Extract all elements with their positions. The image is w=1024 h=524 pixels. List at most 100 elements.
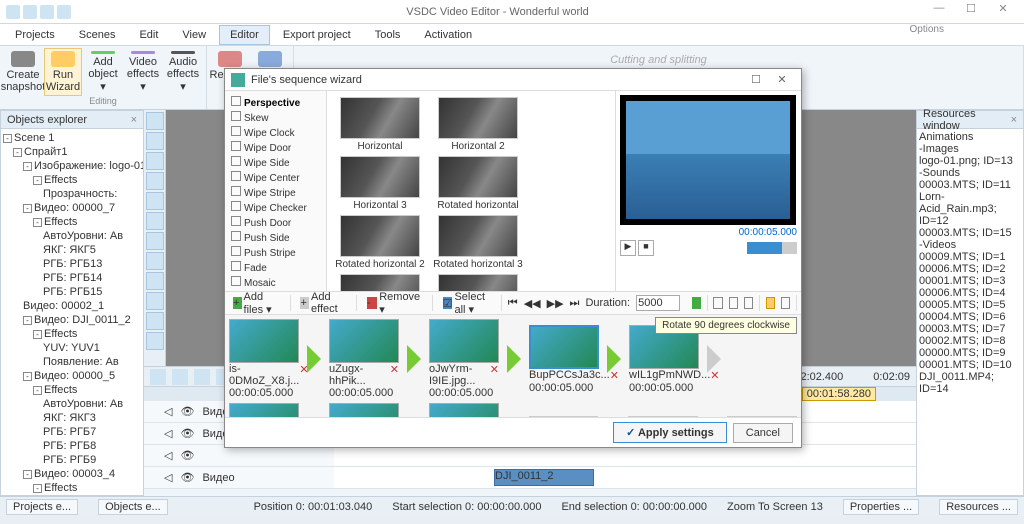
tool-video-icon[interactable] xyxy=(146,252,164,270)
timeline-cut-icon[interactable] xyxy=(194,369,210,385)
menu-tab-projects[interactable]: Projects xyxy=(4,25,66,45)
transition-arrow[interactable] xyxy=(603,337,625,381)
tree-node[interactable]: 00002.MTS; ID=8 xyxy=(919,335,1021,347)
tool-rect-icon[interactable] xyxy=(146,132,164,150)
tree-node[interactable]: -Изображение: logo-01.. xyxy=(3,159,141,173)
tree-node[interactable]: 00004.MTS; ID=6 xyxy=(919,311,1021,323)
transition-thumb[interactable]: Horizontal 3 xyxy=(333,156,427,211)
wizard-maximize-button[interactable]: ☐ xyxy=(743,73,769,86)
effect-item[interactable]: Fade xyxy=(229,260,322,275)
transition-arrow[interactable] xyxy=(702,416,724,418)
tool-ellipse-icon[interactable] xyxy=(146,152,164,170)
transition-thumb[interactable]: Rotated horizontal xyxy=(431,156,525,211)
volume-slider[interactable] xyxy=(747,242,797,254)
tree-node[interactable]: 00003.MTS; ID=11 xyxy=(919,179,1021,191)
objects-tree[interactable]: -Scene 1-Спрайт1-Изображение: logo-01..-… xyxy=(1,129,143,495)
transition-thumb[interactable]: Rotated horizontal 2 xyxy=(333,215,427,270)
transition-arrow[interactable] xyxy=(303,416,325,418)
menu-tab-activation[interactable]: Activation xyxy=(413,25,483,45)
qat-redo-icon[interactable] xyxy=(57,5,71,19)
tree-node[interactable]: -Effects xyxy=(3,481,141,495)
close-button[interactable]: ✕ xyxy=(988,2,1018,22)
tree-node[interactable]: РГБ: РГБ9 xyxy=(3,453,141,467)
sequence-item[interactable]: is-0DMoZ_X8.j...✕00:00:05.000 xyxy=(229,319,299,399)
panel-close-icon[interactable]: × xyxy=(1011,114,1017,126)
seq-prev-icon[interactable]: ◀◀ xyxy=(524,297,541,310)
transition-arrow[interactable] xyxy=(303,337,325,381)
options-link[interactable]: Options xyxy=(910,24,944,35)
tree-node[interactable]: -Видео: DJI_0011_2 xyxy=(3,313,141,327)
menu-tab-edit[interactable]: Edit xyxy=(128,25,169,45)
add-files-button[interactable]: +Add files ▾ xyxy=(229,289,284,318)
duration-input[interactable] xyxy=(636,295,680,311)
qat-new-icon[interactable] xyxy=(6,5,20,19)
flip-h-icon[interactable] xyxy=(729,297,738,309)
transition-arrow[interactable] xyxy=(503,337,525,381)
resources-tree[interactable]: Animations-Imageslogo-01.png; ID=13-Soun… xyxy=(917,129,1023,495)
transition-arrow[interactable] xyxy=(403,416,425,418)
tool-counter-icon[interactable] xyxy=(146,312,164,330)
qat-save-icon[interactable] xyxy=(23,5,37,19)
drop-zone[interactable]: Drag and drop media files here xyxy=(529,416,599,418)
tree-node[interactable]: 00006.MTS; ID=2 xyxy=(919,263,1021,275)
effect-item[interactable]: Wipe Checker xyxy=(229,200,322,215)
tree-node[interactable]: -Спрайт1 xyxy=(3,145,141,159)
tree-node[interactable]: АвтоУровни: Ав xyxy=(3,229,141,243)
menu-tab-editor[interactable]: Editor xyxy=(219,25,270,45)
sequence-item[interactable]: ayMAY5DZvBc...✕00:00:05.000 xyxy=(329,403,399,417)
tree-node[interactable]: 00005.MTS; ID=5 xyxy=(919,299,1021,311)
tree-node[interactable]: -Effects xyxy=(3,327,141,341)
wizard-close-button[interactable]: ✕ xyxy=(769,73,795,86)
tree-node[interactable]: -Видео: 00003_4 xyxy=(3,467,141,481)
tool-image-icon[interactable] xyxy=(146,232,164,250)
menu-tab-tools[interactable]: Tools xyxy=(364,25,412,45)
tree-node[interactable]: РГБ: РГБ7 xyxy=(3,425,141,439)
seq-last-icon[interactable]: ⏭ xyxy=(570,297,580,310)
sequence-item[interactable]: BupPCCsJa3c...✕00:00:05.000 xyxy=(529,325,599,394)
sequence-item[interactable]: uZugx-hhPik...✕00:00:05.000 xyxy=(329,319,399,399)
tree-node[interactable]: РГБ: РГБ14 xyxy=(3,271,141,285)
qat-undo-icon[interactable] xyxy=(40,5,54,19)
tree-node[interactable]: Видео: 00002_1 xyxy=(3,299,141,313)
sequence-area[interactable]: Rotate 90 degrees clockwise is-0DMoZ_X8.… xyxy=(225,315,801,417)
cancel-button[interactable]: Cancel xyxy=(733,423,793,443)
tree-node[interactable]: Lorn-Acid_Rain.mp3; ID=12 xyxy=(919,191,1021,227)
tree-node[interactable]: -Videos xyxy=(919,239,1021,251)
minimize-button[interactable]: — xyxy=(924,2,954,22)
crop-icon[interactable] xyxy=(713,297,722,309)
tree-node[interactable]: -Effects xyxy=(3,215,141,229)
transition-thumb[interactable]: Horizontal xyxy=(333,97,427,152)
sequence-item[interactable]: oJwYrm-I9IE.jpg...✕00:00:05.000 xyxy=(429,319,499,399)
effect-item[interactable]: Push Door xyxy=(229,215,322,230)
effect-item[interactable]: Push Stripe xyxy=(229,245,322,260)
remove-button[interactable]: -Remove ▾ xyxy=(363,289,426,318)
ribbon-add-object---button[interactable]: Add object ▾ xyxy=(84,48,122,96)
ribbon-audio-effects---button[interactable]: Audio effects ▾ xyxy=(164,48,202,96)
effect-item[interactable]: Wipe Door xyxy=(229,140,322,155)
status-tab-projects[interactable]: Projects e... xyxy=(6,499,78,515)
tree-node[interactable]: 00001.MTS; ID=10 xyxy=(919,359,1021,371)
effect-item[interactable]: Wipe Center xyxy=(229,170,322,185)
effect-item[interactable]: Wipe Side xyxy=(229,155,322,170)
tree-node[interactable]: АвтоУровни: Ав xyxy=(3,397,141,411)
tree-node[interactable]: 00000.MTS; ID=9 xyxy=(919,347,1021,359)
effect-item[interactable]: Push Side xyxy=(229,230,322,245)
tree-node[interactable]: 00003.MTS; ID=7 xyxy=(919,323,1021,335)
timeline-track[interactable]: ◁👁 xyxy=(144,445,916,467)
transition-arrow[interactable] xyxy=(503,416,525,418)
effect-item[interactable]: Perspective xyxy=(229,95,322,110)
menu-tab-view[interactable]: View xyxy=(171,25,217,45)
menu-tab-export-project[interactable]: Export project xyxy=(272,25,362,45)
tree-node[interactable]: 00001.MTS; ID=3 xyxy=(919,275,1021,287)
tree-node[interactable]: Прозрачность: xyxy=(3,187,141,201)
status-tab-objects[interactable]: Objects e... xyxy=(98,499,168,515)
rotate-cw-icon[interactable] xyxy=(766,297,775,309)
seq-first-icon[interactable]: ⏮ xyxy=(508,297,518,310)
timeline-track[interactable]: ◁👁ВидеоDJI_0011_2 xyxy=(144,467,916,489)
tree-node[interactable]: -Sounds xyxy=(919,167,1021,179)
maximize-button[interactable]: ☐ xyxy=(956,2,986,22)
ribbon-video-effects---button[interactable]: Video effects ▾ xyxy=(124,48,162,96)
ribbon-run-wizard-button[interactable]: Run Wizard xyxy=(44,48,82,96)
ribbon-create-snapshot-button[interactable]: Create snapshot xyxy=(4,48,42,96)
remove-item-icon[interactable]: ✕ xyxy=(390,363,399,387)
